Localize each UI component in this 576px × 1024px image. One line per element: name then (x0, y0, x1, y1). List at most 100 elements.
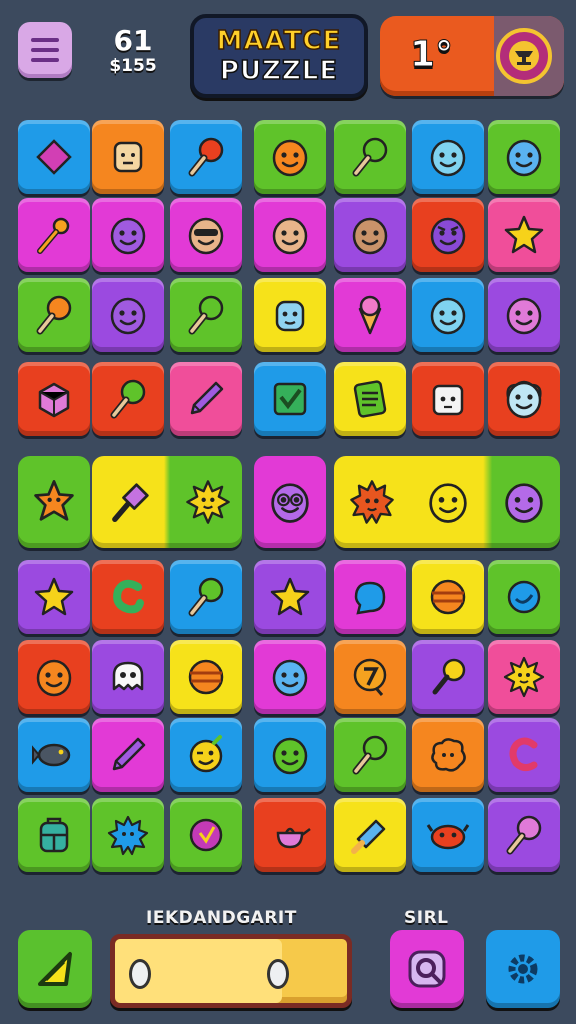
tile-green-lollipop[interactable] (170, 560, 242, 634)
tile-green-lollipop[interactable] (170, 278, 242, 352)
tile-green-lollipop[interactable] (92, 362, 164, 436)
tile-winking-face[interactable] (170, 718, 242, 792)
wand-icon (37, 217, 70, 254)
sun-face-icon (503, 656, 545, 698)
settings-button[interactable] (486, 930, 560, 1008)
pink-cube-icon (38, 382, 70, 418)
tile-purple-blob-face[interactable] (92, 278, 164, 352)
tile-pencil[interactable] (170, 362, 242, 436)
play-button[interactable] (18, 930, 92, 1008)
tile-magnet-swirl[interactable] (488, 718, 560, 792)
play-arrow-icon (38, 952, 72, 986)
tile-purple-angry-face[interactable] (412, 198, 484, 272)
purple-blob-face-icon (110, 297, 146, 335)
tile-fluffy-ghost[interactable] (488, 362, 560, 436)
menu-button[interactable] (18, 22, 72, 78)
tile-cyan-ghost[interactable] (412, 278, 484, 352)
tile-orange-face[interactable] (18, 640, 90, 714)
tile-toast[interactable] (92, 120, 164, 194)
tile-purple-blob-face[interactable] (92, 198, 164, 272)
toast-icon (113, 141, 143, 173)
tile-wand[interactable] (18, 198, 90, 272)
purple-ball-icon (189, 818, 223, 852)
beach-ball-icon (430, 579, 466, 615)
tile-beach-ball[interactable] (170, 640, 242, 714)
tile-ice-cream-cone[interactable] (334, 278, 406, 352)
tile-sugar-cube-face[interactable] (412, 362, 484, 436)
robot-face-icon (275, 300, 305, 332)
tile-purple-ball[interactable] (170, 798, 242, 872)
special-tile-yellow-sun-face[interactable] (182, 476, 234, 528)
tile-blue-splat[interactable] (92, 798, 164, 872)
tile-masked-face[interactable] (170, 198, 242, 272)
tile-orange-face[interactable] (254, 120, 326, 194)
gear-icon (508, 954, 538, 984)
special-tile-purple-candy[interactable] (104, 476, 156, 528)
green-lollipop-icon (188, 577, 224, 617)
green-swirl-icon (113, 579, 144, 614)
tile-brown-face[interactable] (334, 198, 406, 272)
tile-number-badge[interactable] (334, 640, 406, 714)
tile-blue-egg-face[interactable] (254, 640, 326, 714)
brown-face-icon (352, 217, 388, 255)
tile-orange-lollipop[interactable] (18, 278, 90, 352)
star-icon (34, 577, 74, 616)
tile-sun-face[interactable] (488, 640, 560, 714)
tile-backpack[interactable] (18, 798, 90, 872)
tile-red-lollipop[interactable] (170, 120, 242, 194)
tile-beach-ball[interactable] (412, 560, 484, 634)
orange-lollipop-icon (36, 295, 72, 335)
special-tile-yellow-smiley[interactable] (422, 476, 474, 528)
tile-orange-splat[interactable] (412, 718, 484, 792)
tile-star[interactable] (254, 560, 326, 634)
special-tile-glasses-face[interactable] (264, 476, 316, 528)
tile-green-check-box[interactable] (254, 362, 326, 436)
tile-green-swirl[interactable] (92, 560, 164, 634)
red-lollipop-icon (188, 137, 224, 177)
progress-label: IEKDANDGARIT (146, 908, 297, 928)
green-smiley-icon (272, 737, 308, 775)
masked-face-icon (188, 217, 224, 255)
tile-robot-face[interactable] (254, 278, 326, 352)
game-logo: MAATCE PUZZLE (190, 14, 368, 98)
booster-button[interactable] (390, 930, 464, 1008)
tile-skull-ghost[interactable] (92, 640, 164, 714)
tile-pink-lollipop[interactable] (488, 798, 560, 872)
tile-blue-orb[interactable] (488, 560, 560, 634)
tile-cyan-ghost[interactable] (412, 120, 484, 194)
tile-star[interactable] (488, 198, 560, 272)
special-tile-orange-starfish[interactable] (28, 476, 80, 528)
level-panel: 1° (380, 16, 564, 96)
green-lollipop-icon (352, 137, 388, 177)
tile-dark-fish[interactable] (18, 718, 90, 792)
tile-blue-egg-face[interactable] (488, 120, 560, 194)
shop-coin-button[interactable] (496, 28, 552, 84)
tile-pink-egg-face[interactable] (488, 278, 560, 352)
orange-splat-icon (431, 738, 466, 772)
backpack-icon (39, 817, 69, 853)
fluffy-ghost-icon (506, 380, 542, 419)
tile-pink-gem[interactable] (18, 120, 90, 194)
magnifier-icon (408, 950, 446, 988)
purple-candy-icon (112, 483, 149, 523)
tile-green-lollipop[interactable] (334, 120, 406, 194)
logo-line-2: PUZZLE (219, 55, 339, 87)
tile-notebook[interactable] (334, 362, 406, 436)
blue-orb-icon (507, 580, 541, 614)
tile-green-smiley[interactable] (254, 718, 326, 792)
pink-gem-icon (36, 139, 72, 175)
tile-brush[interactable] (334, 798, 406, 872)
tile-smiling-face[interactable] (254, 198, 326, 272)
tile-pink-cube[interactable] (18, 362, 90, 436)
tile-racket[interactable] (412, 640, 484, 714)
special-tile-orange-spiky-face[interactable] (346, 476, 398, 528)
tile-red-crab[interactable] (412, 798, 484, 872)
tile-pencil[interactable] (92, 718, 164, 792)
special-tile-purple-egg-face[interactable] (498, 476, 550, 528)
tile-teapot[interactable] (254, 798, 326, 872)
tile-star[interactable] (18, 560, 90, 634)
blue-splat-icon (107, 815, 149, 856)
tile-green-lollipop[interactable] (334, 718, 406, 792)
tile-blue-bubble[interactable] (334, 560, 406, 634)
menu-bar (31, 48, 59, 52)
